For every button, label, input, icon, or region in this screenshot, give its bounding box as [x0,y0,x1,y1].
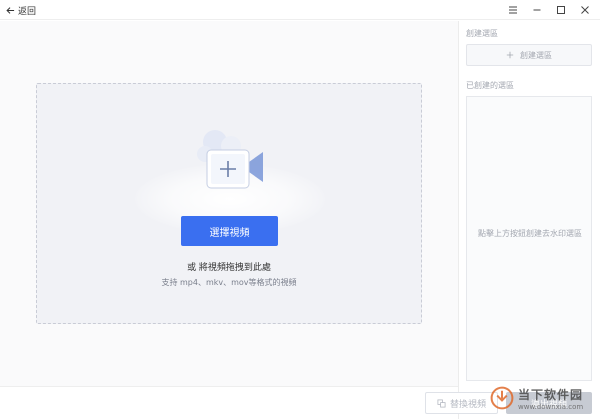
minimize-button[interactable] [528,1,546,18]
empty-hint: 點擊上方按鈕創建去水印選區 [478,229,582,238]
replace-video-label: 替換視頻 [449,399,486,410]
menu-button[interactable] [504,1,522,18]
watermark-url: www.downxia.com [518,402,584,411]
title-bar: 返回 [0,0,600,20]
close-icon [581,5,589,14]
drag-hint: 或 將視頻拖拽到此處 [187,263,271,273]
window-controls [504,1,594,18]
created-selections-list: 點擊上方按鈕創建去水印選區 [466,96,592,381]
sidebar: 創建選區 創建選區 已創建的選區 點擊上方按鈕創建去水印選區 [459,21,600,419]
watermark-logo-icon [490,386,514,410]
menu-icon [509,6,517,13]
created-section-label: 已創建的選區 [466,81,514,90]
watermark-title: 当下软件园 [518,387,584,402]
video-drop-zone[interactable]: 選擇視頻 或 將視頻拖拽到此處 支持 mp4、mkv、mov等格式的視頻 [36,83,422,324]
create-section-label: 創建選區 [466,29,498,38]
create-selection-button[interactable]: 創建選區 [466,44,592,66]
plus-icon [506,51,514,59]
create-selection-label: 創建選區 [520,50,552,60]
maximize-icon [557,5,565,14]
back-label: 返回 [18,6,37,17]
maximize-button[interactable] [552,1,570,18]
replace-icon [437,398,446,408]
format-hint: 支持 mp4、mkv、mov等格式的視頻 [161,278,297,287]
arrow-left-icon [6,6,15,14]
select-video-button[interactable]: 選擇視頻 [181,216,278,246]
replace-video-button[interactable]: 替換視頻 [425,392,498,414]
minimize-icon [533,9,541,10]
close-button[interactable] [576,1,594,18]
site-watermark: 当下软件园 www.downxia.com [490,380,598,416]
main-area: 選擇視頻 或 將視頻拖拽到此處 支持 mp4、mkv、mov等格式的視頻 [0,21,458,386]
bottom-bar [0,386,458,419]
video-camera-icon [197,130,263,189]
back-button[interactable]: 返回 [6,2,36,18]
